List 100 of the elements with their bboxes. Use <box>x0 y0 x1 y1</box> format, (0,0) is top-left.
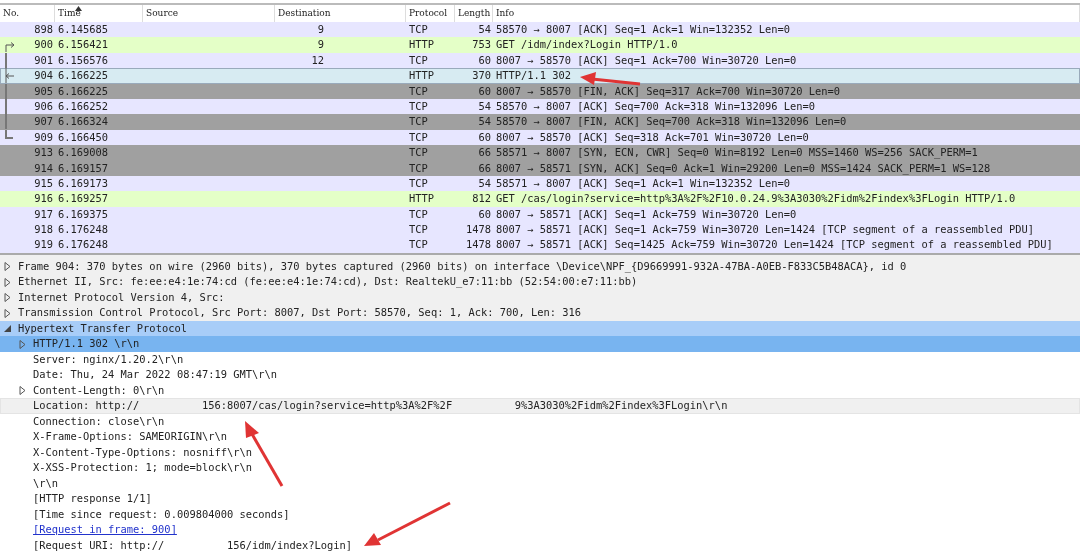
detail-row[interactable]: Location: http:// 156:8007/cas/login?service=http%3A%2F%2F 9%3A3030%2Fidm%2Findex%3FLogin\r\n <box>0 398 1080 414</box>
detail-link-row[interactable]: [Request in frame: 900] <box>0 522 1080 538</box>
expand-icon[interactable] <box>18 339 27 349</box>
detail-row[interactable]: Hypertext Transfer Protocol <box>0 320 1080 337</box>
table-cell-text: 54 <box>478 22 492 37</box>
table-cell-text: 6.145685 <box>57 22 109 37</box>
table-cell-text: TCP <box>408 129 428 145</box>
table-cell-text: 6.156421 <box>57 37 109 53</box>
detail-row[interactable]: Frame 904: 370 bytes on wire (2960 bits), 370 bytes captured (2960 bits) on interface \Device\NPF_{D9669991-932A-47BA-A0EB-F833C5B48ACA}, id 0 <box>0 258 1080 275</box>
table-cell-text: 54 <box>478 175 492 191</box>
table-cell-text: HTTP <box>408 37 435 53</box>
table-cell-text: 915 <box>34 175 53 191</box>
annotation-arrow <box>580 72 641 86</box>
packet-row[interactable]: 904 6.166225 HTTP 370 HTTP/1.1 302 <box>0 68 1080 84</box>
table-cell-text: 812 <box>472 191 492 207</box>
table-cell-text: 9 <box>317 22 325 37</box>
table-cell: 900 <box>34 37 53 53</box>
table-cell-text: 753 <box>472 37 492 53</box>
table-cell: 907 <box>34 114 53 130</box>
table-cell-text: TCP <box>408 98 428 114</box>
table-cell-text: TCP <box>408 83 428 99</box>
table-cell-text: 60 <box>478 52 492 68</box>
table-cell-text: 54 <box>478 114 492 130</box>
conversation-line-icon <box>5 52 7 68</box>
table-cell-text: TCP <box>408 222 428 238</box>
detail-row[interactable]: HTTP/1.1 302 \r\n <box>0 336 1080 352</box>
table-cell-text: 917 <box>34 206 53 222</box>
table-cell-text: TCP <box>408 237 428 253</box>
expand-icon[interactable] <box>3 277 12 287</box>
table-cell-text: 1478 <box>465 237 492 253</box>
detail-row[interactable]: Date: Thu, 24 Mar 2022 08:47:19 GMT\r\n <box>0 367 1080 383</box>
table-cell-text: TCP <box>408 206 428 222</box>
response-arrow-icon <box>5 68 15 84</box>
detail-row[interactable]: Transmission Control Protocol, Src Port: 8007, Dst Port: 58570, Seq: 1, Ack: 700, Len: 316 <box>0 305 1080 321</box>
detail-row[interactable]: [Request URI: http:// 156/idm/index?Login] <box>0 537 1080 554</box>
table-cell-text: 898 <box>34 22 53 37</box>
packet-row[interactable]: 916 6.169257 HTTP 812 GET /cas/login?service=http%3A%2F%2F10.0.24.9%3A3030%2Fidm%2Findex%3FLogin HTTP/1.0 <box>0 191 1080 207</box>
expand-icon[interactable] <box>3 293 12 303</box>
table-cell-text: HTTP/1.1 302 <box>495 68 572 84</box>
table-cell-text: 6.176248 <box>57 237 109 253</box>
table-cell-text: 6.166450 <box>57 129 109 145</box>
table-cell-text: 6.166324 <box>57 114 109 130</box>
packet-row[interactable]: 898 6.145685 9 TCP 54 58570 → 8007 [ACK] Seq=1 Ack=1 Win=132352 Len=0 <box>0 22 1080 38</box>
expand-icon[interactable] <box>3 262 12 272</box>
detail-row[interactable]: Content-Length: 0\r\n <box>0 382 1080 399</box>
collapse-icon[interactable] <box>3 324 12 334</box>
table-cell-text: 901 <box>34 52 53 68</box>
table-cell-text: HTTP <box>408 191 435 207</box>
detail-row[interactable]: \r\n <box>0 475 1080 492</box>
table-cell-text: 8007 → 58571 [ACK] Seq=1425 Ack=759 Win=30720 Len=1424 [TCP segment of a reassembled PDU] <box>495 237 1053 253</box>
table-cell-text: 8007 → 58571 [SYN, ACK] Seq=0 Ack=1 Win=29200 Len=0 MSS=1424 SACK_PERM=1 WS=128 <box>495 160 991 176</box>
expand-icon[interactable] <box>3 308 12 318</box>
detail-row[interactable]: X-Frame-Options: SAMEORIGIN\r\n <box>0 429 1080 445</box>
packet-row[interactable]: 907 6.166324 TCP 54 58570 → 8007 [FIN, ACK] Seq=700 Ack=318 Win=132096 Len=0 <box>0 114 1080 130</box>
table-cell: 913 <box>34 145 53 161</box>
expand-icon[interactable] <box>18 386 27 396</box>
table-cell-text: 8007 → 58570 [ACK] Seq=318 Ack=701 Win=30720 Len=0 <box>495 129 809 145</box>
table-cell-text: TCP <box>408 22 428 37</box>
table-cell-text: 58570 → 8007 [ACK] Seq=700 Ack=318 Win=132096 Len=0 <box>495 98 816 114</box>
table-cell-text: 58571 → 8007 [ACK] Seq=1 Ack=1 Win=132352 Len=0 <box>495 175 791 191</box>
table-cell-text: 6.169173 <box>57 175 109 191</box>
table-cell: 916 <box>34 191 53 207</box>
table-cell-text: 58570 → 8007 [FIN, ACK] Seq=700 Ack=318 Win=132096 Len=0 <box>495 114 847 130</box>
table-cell-text: 6.156576 <box>57 52 109 68</box>
packet-row[interactable]: 900 6.156421 9 HTTP 753 GET /idm/index?Login HTTP/1.0 <box>0 37 1080 53</box>
detail-row[interactable]: [HTTP response 1/1] <box>0 491 1080 507</box>
packet-row[interactable]: 918 6.176248 TCP 1478 8007 → 58571 [ACK] Seq=1 Ack=759 Win=30720 Len=1424 [TCP segment of a reassembled PDU] <box>0 222 1080 238</box>
table-cell-text: GET /cas/login?service=http%3A%2F%2F10.0.24.9%3A3030%2Fidm%2Findex%3FLogin HTTP/1.0 <box>495 191 1016 207</box>
table-cell: 918 <box>34 222 53 238</box>
table-cell-text: 60 <box>478 129 492 145</box>
packet-row[interactable]: 913 6.169008 TCP 66 58571 → 8007 [SYN, ECN, CWR] Seq=0 Win=8192 Len=0 MSS=1460 WS=256 SACK_PERM=1 <box>0 145 1080 161</box>
table-cell-text: 54 <box>478 98 492 114</box>
detail-row[interactable]: Internet Protocol Version 4, Src: <box>0 289 1080 306</box>
table-cell-text: 6.169375 <box>57 206 109 222</box>
table-cell-text: GET /idm/index?Login HTTP/1.0 <box>495 37 678 53</box>
table-cell: 905 <box>34 83 53 99</box>
table-cell-text: TCP <box>408 145 428 161</box>
table-cell-text: 66 <box>478 160 492 176</box>
table-cell-text: 66 <box>478 145 492 161</box>
table-cell: 919 <box>34 237 53 253</box>
table-cell-text: 6.176248 <box>57 222 109 238</box>
table-cell-text: 9 <box>317 37 325 53</box>
table-cell-text: 12 <box>311 52 325 68</box>
detail-row[interactable]: Connection: close\r\n <box>0 413 1080 430</box>
detail-row[interactable]: Server: nginx/1.20.2\r\n <box>0 351 1080 368</box>
detail-row[interactable]: [Time since request: 0.009804000 seconds] <box>0 506 1080 523</box>
sort-ascending-icon[interactable] <box>75 6 82 11</box>
table-cell-text: HTTP <box>408 68 435 84</box>
detail-row[interactable]: X-XSS-Protection: 1; mode=block\r\n <box>0 460 1080 476</box>
packet-row[interactable]: 919 6.176248 TCP 1478 8007 → 58571 [ACK] Seq=1425 Ack=759 Win=30720 Len=1424 [TCP segment of a reassembled PDU] <box>0 237 1080 253</box>
table-cell-text: 60 <box>478 83 492 99</box>
table-cell-text: TCP <box>408 114 428 130</box>
table-cell-text: 6.166252 <box>57 98 109 114</box>
table-cell-text: 58571 → 8007 [SYN, ECN, CWR] Seq=0 Win=8192 Len=0 MSS=1460 WS=256 SACK_PERM=1 <box>495 145 978 161</box>
table-cell-text: 8007 → 58570 [FIN, ACK] Seq=317 Ack=700 Win=30720 Len=0 <box>495 83 841 99</box>
request-arrow-icon <box>5 41 15 53</box>
detail-row[interactable]: Ethernet II, Src: fe:ee:e4:1e:74:cd (fe:ee:e4:1e:74:cd), Dst: RealtekU_e7:11:bb (52:54:00:e7:11:bb) <box>0 274 1080 290</box>
table-cell-text: TCP <box>408 160 428 176</box>
table-cell-text: 6.166225 <box>57 83 109 99</box>
detail-row[interactable]: X-Content-Type-Options: nosniff\r\n <box>0 444 1080 461</box>
